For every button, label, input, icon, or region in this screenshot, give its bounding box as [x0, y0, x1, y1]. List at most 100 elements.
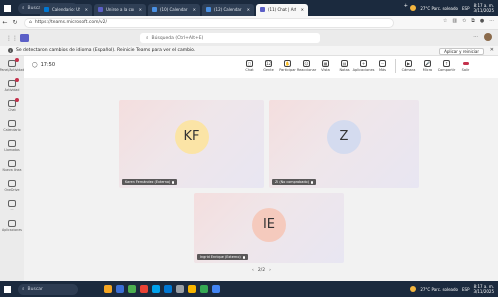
- lang-indicator[interactable]: ESP: [462, 287, 469, 292]
- stage-pager: ‹ 2/2 ›: [252, 268, 271, 273]
- collections-icon[interactable]: ⧉: [471, 18, 475, 24]
- close-tab-icon[interactable]: ✕: [301, 7, 304, 12]
- mic-icon: [310, 180, 313, 184]
- next-page-icon[interactable]: ›: [269, 268, 271, 273]
- browser-tab[interactable]: (12) Calendar | Calendar | Mi ✕: [202, 3, 254, 16]
- app-launcher-icon[interactable]: ⋮⋮: [6, 35, 18, 42]
- rail-item-label: Chat: [8, 108, 16, 112]
- rail-item[interactable]: OneDrive: [0, 176, 24, 196]
- close-tab-icon[interactable]: ✕: [85, 7, 88, 12]
- clock[interactable]: 8:17 a. m. 3/11/2025: [473, 3, 494, 13]
- control-label: Chat: [245, 68, 254, 72]
- taskbar-app-icon[interactable]: [128, 285, 136, 293]
- clock[interactable]: 8:17 a. m. 3/11/2025: [473, 284, 494, 294]
- control-label: Aplicaciones: [352, 68, 375, 72]
- lang-indicator[interactable]: ESP: [462, 6, 469, 11]
- taskbar-app-icon[interactable]: [116, 285, 124, 293]
- back-icon[interactable]: ←: [0, 19, 10, 26]
- meeting-control-notes[interactable]: ▤ Notas: [335, 60, 354, 72]
- windows-start-button[interactable]: [0, 281, 14, 297]
- meeting-control-people[interactable]: 12 Gente: [259, 60, 278, 72]
- taskbar-app-icon[interactable]: [212, 285, 220, 293]
- rail-item[interactable]: Aplicaciones: [0, 216, 24, 236]
- lock-icon: ⌂: [29, 20, 32, 25]
- notification-text: Se detectaron cambios de idioma (Español…: [16, 48, 196, 53]
- avatar[interactable]: [484, 33, 492, 41]
- meeting-control-chat[interactable]: ◻ Chat: [240, 60, 259, 72]
- meeting-control-more[interactable]: ··· Más: [373, 60, 392, 72]
- favorites-icon[interactable]: ✩: [462, 18, 466, 24]
- control-label: Participar: [279, 68, 296, 72]
- left-app-rail: Panel/Actividad Actividad Chat Calendario Ll…: [0, 56, 24, 281]
- prev-page-icon[interactable]: ‹: [252, 268, 254, 273]
- rail-item[interactable]: Chat: [0, 96, 24, 116]
- more-options-button[interactable]: ···: [473, 34, 478, 40]
- rail-icon: [8, 200, 16, 207]
- rail-item-label: ···: [10, 208, 14, 212]
- star-icon[interactable]: ☆: [443, 18, 447, 24]
- rail-icon: [8, 220, 16, 227]
- browser-tab[interactable]: Calendario: USETT RODRIGU ✕: [40, 3, 92, 16]
- meeting-control-view[interactable]: ▦ Vista: [316, 60, 335, 72]
- taskbar-app-icon[interactable]: [104, 285, 112, 293]
- camera-icon: ▶: [405, 60, 412, 67]
- rail-item[interactable]: Actividad: [0, 76, 24, 96]
- more-icon: ···: [379, 60, 386, 67]
- taskbar-app-icon[interactable]: [140, 285, 148, 293]
- close-notification-icon[interactable]: ✕: [490, 47, 494, 53]
- rail-item[interactable]: ···: [0, 196, 24, 216]
- taskbar-app-icon[interactable]: [152, 285, 160, 293]
- meeting-control-mic[interactable]: 🎤 Micro: [418, 60, 437, 72]
- clock-date: 3/11/2025: [473, 289, 494, 294]
- timer-text: 17:50: [40, 62, 56, 68]
- info-icon: i: [8, 48, 13, 53]
- weather-icon: [410, 286, 417, 292]
- participant-tile-2[interactable]: Z Zi (No comprobado): [269, 100, 419, 188]
- new-tab-button[interactable]: +: [404, 3, 408, 9]
- meeting-control-react[interactable]: ☺ Reaccionar: [297, 60, 316, 72]
- notification-badge: [15, 78, 19, 82]
- browser-tab[interactable]: (10) Calendar | Calendar | Mi ✕: [148, 3, 200, 16]
- close-tab-icon[interactable]: ✕: [247, 7, 250, 12]
- refresh-icon[interactable]: ↻: [10, 19, 20, 26]
- people-icon: 12: [265, 60, 272, 67]
- taskbar-app-icon[interactable]: [200, 285, 208, 293]
- teams-search-input[interactable]: ⌕ Búsqueda (Ctrl+Alt+E): [140, 33, 320, 43]
- participant-tile-1[interactable]: KF Karen Fernández (Externo): [119, 100, 264, 188]
- rail-item-label: Llamadas: [4, 148, 20, 152]
- bottom-system-tray: 27°C Parc. soleado ESP 8:17 a. m. 3/11/2…: [410, 281, 494, 297]
- meeting-control-camera[interactable]: ▶ Cámara: [399, 60, 418, 72]
- rail-item[interactable]: Llamadas: [0, 136, 24, 156]
- menu-icon[interactable]: ···: [489, 18, 494, 24]
- url-field[interactable]: ⌂ https://teams.microsoft.com/v2/: [24, 17, 394, 28]
- close-tab-icon[interactable]: ✕: [193, 7, 196, 12]
- rail-item[interactable]: Panel/Actividad: [0, 56, 24, 76]
- close-tab-icon[interactable]: ✕: [139, 7, 142, 12]
- taskbar-app-icon[interactable]: [176, 285, 184, 293]
- rail-item[interactable]: Calendario: [0, 116, 24, 136]
- browser-tab[interactable]: (11) Chat | Articulación | X ✕: [256, 3, 308, 16]
- taskbar-app-icon[interactable]: [188, 285, 196, 293]
- weather-icon: [410, 5, 417, 11]
- rail-icon: [8, 140, 16, 147]
- chat-icon: ◻: [246, 60, 253, 67]
- meeting-control-apps[interactable]: + Aplicaciones: [352, 60, 375, 72]
- notification-badge: [15, 58, 19, 62]
- tab-label: (10) Calendar | Calendar | Mi: [160, 7, 188, 12]
- participant-name: Karen Fernández (Externo): [125, 180, 171, 184]
- profile-icon[interactable]: ●: [480, 18, 484, 24]
- apply-restart-button[interactable]: Aplicar y reiniciar: [439, 47, 484, 55]
- meeting-control-leave[interactable]: Salir: [456, 60, 475, 72]
- participant-tile-3[interactable]: IE Ingrid Enrique (Externo): [194, 193, 344, 263]
- rail-item[interactable]: Nueva línea: [0, 156, 24, 176]
- taskbar-search[interactable]: ⌕ Buscar: [18, 283, 78, 295]
- windows-start-button[interactable]: [0, 0, 14, 16]
- meeting-header: ◯ 17:50 ◻ Chat 12 Gente ✋ Participar ☺ Reaccion…: [24, 56, 498, 78]
- meeting-control-raise-hand[interactable]: ✋ Participar: [278, 60, 297, 72]
- browser-tab[interactable]: Unirse a la conversación ✕: [94, 3, 146, 16]
- control-label: Cámara: [401, 68, 416, 72]
- taskbar-app-icon[interactable]: [164, 285, 172, 293]
- split-icon[interactable]: ▥: [452, 18, 457, 24]
- meeting-control-share[interactable]: ↑ Compartir: [437, 60, 456, 72]
- tab-strip-extras: +: [404, 3, 408, 9]
